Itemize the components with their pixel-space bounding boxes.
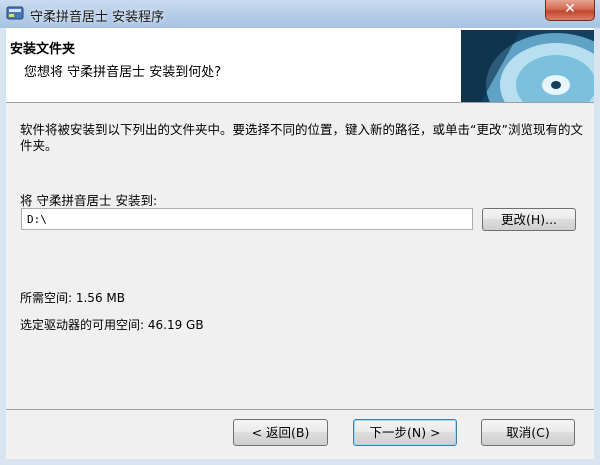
next-button[interactable]: 下一步(N) > (353, 419, 457, 446)
window-title: 守柔拼音居士 安装程序 (30, 10, 165, 25)
close-button[interactable]: ✕ (545, 0, 595, 21)
change-button[interactable]: 更改(H)... (482, 208, 576, 231)
cancel-button[interactable]: 取消(C) (481, 419, 575, 446)
installer-icon (6, 6, 24, 20)
space-available-text: 选定驱动器的可用空间: 46.19 GB (20, 318, 204, 332)
install-to-label: 将 守柔拼音居士 安装到: (20, 193, 158, 208)
install-path-field[interactable]: D:\ (21, 208, 473, 230)
wizard-header: 安装文件夹 您想将 守柔拼音居士 安装到何处? (6, 28, 594, 103)
wizard-body: 软件将被安装到以下列出的文件夹中。要选择不同的位置，键入新的路径，或单击“更改”… (6, 103, 594, 409)
close-icon: ✕ (564, 1, 576, 17)
back-button[interactable]: < 返回(B) (233, 419, 328, 446)
space-required-text: 所需空间: 1.56 MB (20, 291, 125, 305)
title-bar[interactable]: 守柔拼音居士 安装程序 ✕ (0, 0, 600, 28)
cd-disc-icon (461, 30, 594, 102)
header-title: 安装文件夹 (10, 42, 76, 57)
wizard-client-area: 安装文件夹 您想将 守柔拼音居士 安装到何处? 软件将被安装到以下列出的文件夹中… (6, 28, 594, 459)
header-subtitle: 您想将 守柔拼音居士 安装到何处? (24, 65, 222, 80)
description-text: 软件将被安装到以下列出的文件夹中。要选择不同的位置，键入新的路径，或单击“更改”… (20, 122, 583, 153)
wizard-footer: < 返回(B) 下一步(N) > 取消(C) (6, 409, 594, 459)
installer-window: 守柔拼音居士 安装程序 ✕ 安装文件夹 您想将 守柔拼音居士 安装到何处? 软件… (0, 0, 600, 465)
